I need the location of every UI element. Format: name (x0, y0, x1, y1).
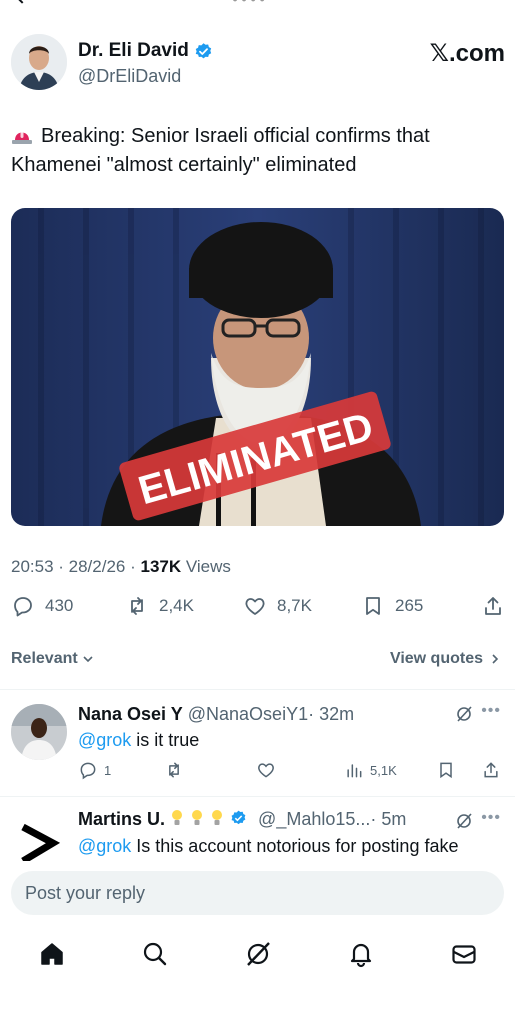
nav-messages[interactable] (448, 938, 480, 970)
home-icon (41, 943, 63, 965)
reply-author-name[interactable]: Martins U. (78, 809, 165, 829)
lightbulb-icon (172, 810, 183, 825)
chevron-right-icon (492, 654, 499, 664)
nav-home[interactable] (36, 938, 68, 970)
reply-header: Martins U. @_Mahlo15...· 5m (78, 809, 406, 830)
view-quotes-link[interactable]: View quotes (390, 650, 501, 668)
siren-icon (12, 132, 32, 144)
grok-icon (247, 942, 270, 966)
reply-bookmark-button[interactable] (436, 760, 456, 780)
analytics-icon (347, 764, 362, 778)
replies-sort-row: Relevant View quotes (11, 650, 501, 672)
nav-grok[interactable] (242, 938, 274, 970)
reply-text: @grok is it true (78, 730, 200, 750)
reply-like-button[interactable] (256, 760, 276, 780)
post-actions: 430 2,4K 8,7K 265 (11, 594, 505, 624)
repost-icon (169, 762, 179, 778)
post-time: 20:53 · 28/2/26 · (11, 557, 141, 576)
reply-time: · 5m (370, 809, 407, 829)
reply-avatar[interactable] (11, 811, 67, 861)
share-icon (484, 762, 498, 778)
x-logo: 𝕏.com (429, 40, 505, 67)
bookmark-icon (440, 762, 452, 779)
search-icon (143, 942, 167, 966)
reply-icon (80, 762, 96, 780)
nav-notifications[interactable] (345, 938, 377, 970)
post-image[interactable]: ELIMINATED (11, 208, 504, 526)
reply-text: @grok Is this account notorious for post… (78, 836, 459, 856)
chevron-down-icon (83, 656, 93, 663)
verified-badge-icon (195, 42, 212, 58)
post-meta: 20:53 · 28/2/26 · 137K Views (11, 557, 231, 577)
bookmark-button[interactable]: 265 (361, 594, 423, 618)
reply-actions: 1 5,1K (78, 760, 503, 782)
reply-repost-button[interactable] (164, 760, 184, 780)
views-label: Views (181, 557, 231, 576)
reply-reply-button[interactable]: 1 (78, 760, 111, 780)
heart-icon (258, 763, 274, 778)
reply-compose-bar[interactable] (11, 871, 504, 915)
reply-author-handle[interactable]: @_Mahlo15... (258, 809, 370, 829)
lightbulb-icon (212, 810, 223, 825)
bottom-nav (0, 930, 515, 980)
top-edge: ●●●● (0, 0, 515, 5)
author-name[interactable]: Dr. Eli David (78, 40, 213, 62)
repost-button[interactable]: 2,4K (125, 594, 194, 618)
khamenei-photo: ELIMINATED (11, 208, 504, 526)
verified-badge-icon (231, 810, 246, 825)
author-handle[interactable]: @DrEliDavid (78, 66, 181, 87)
reply-author-handle[interactable]: @NanaOseiY1 (188, 704, 308, 724)
author-avatar[interactable] (11, 34, 67, 90)
bell-icon (350, 943, 372, 968)
grok-icon[interactable] (455, 812, 473, 830)
mention-link[interactable]: @grok (78, 730, 131, 750)
reply-item[interactable]: Nana Osei Y @NanaOseiY1· 32m ••• @grok i… (0, 690, 515, 796)
share-icon (485, 597, 501, 615)
reply-item[interactable]: Martins U. @_Mahlo15...· 5m ••• @grok Is… (0, 797, 515, 861)
nav-search[interactable] (139, 938, 171, 970)
reply-share-button[interactable] (481, 760, 501, 780)
reply-avatar[interactable] (11, 704, 67, 760)
post-text: Breaking: Senior Israeli official confir… (11, 125, 430, 176)
heart-icon (245, 598, 265, 615)
like-button[interactable]: 8,7K (243, 594, 312, 618)
reply-views-button[interactable]: 5,1K (344, 760, 397, 780)
back-chevron-icon[interactable] (16, 0, 28, 4)
reply-button[interactable]: 430 (11, 594, 73, 618)
reply-icon (14, 597, 32, 617)
reply-input[interactable] (11, 871, 504, 915)
repost-icon (131, 597, 143, 615)
reply-header: Nana Osei Y @NanaOseiY1· 32m (78, 704, 354, 725)
lightbulb-icon (192, 810, 203, 825)
envelope-icon (452, 945, 476, 964)
share-button[interactable] (481, 594, 505, 618)
more-icon[interactable]: ••• (481, 702, 501, 720)
more-icon[interactable]: ••• (481, 809, 501, 827)
reply-author-name[interactable]: Nana Osei Y (78, 704, 183, 724)
reply-time: · 32m (308, 704, 355, 724)
mention-link[interactable]: @grok (78, 836, 131, 856)
sort-dropdown[interactable]: Relevant (11, 650, 94, 668)
bookmark-icon (366, 597, 380, 615)
post-header: Dr. Eli David @DrEliDavid 𝕏.com (11, 34, 505, 94)
page-dots-icon: ●●●● (232, 0, 268, 5)
views-count: 137K (140, 557, 182, 576)
grok-icon[interactable] (455, 705, 473, 723)
